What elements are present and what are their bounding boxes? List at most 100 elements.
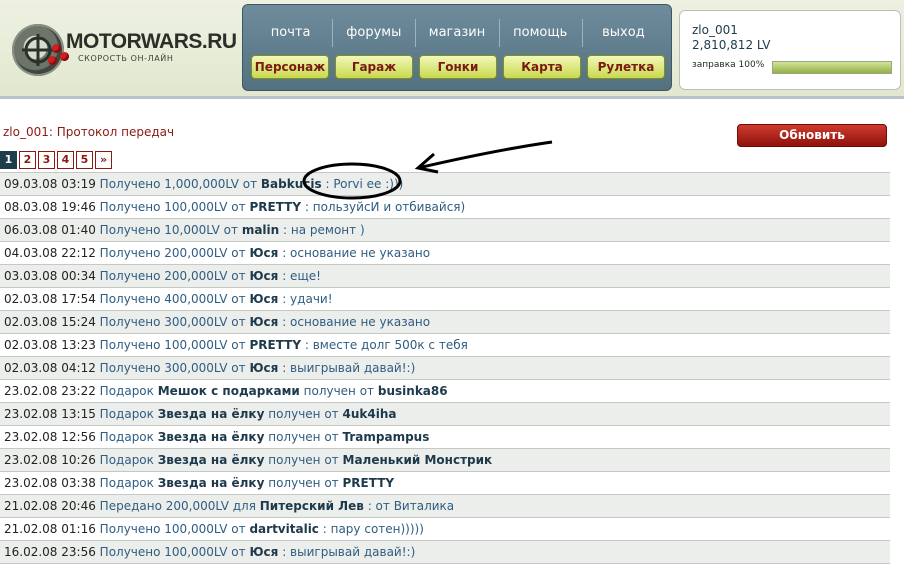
log-date: 23.02.08 10:26 [4, 453, 96, 467]
log-nick-link[interactable]: Звезда на ёлку [158, 476, 265, 490]
garage-button[interactable]: Гараж [335, 55, 413, 79]
log-row: 23.02.08 12:56 Подарок Звезда на ёлку по… [0, 426, 890, 449]
log-nick-link[interactable]: Юся [249, 269, 278, 283]
log-message: : пользуйсИ и отбивайся) [304, 200, 466, 214]
log-row: 02.03.08 04:12 Получено 300,000LV от Юся… [0, 357, 890, 380]
next-page-link[interactable]: » [95, 151, 112, 169]
log-text: Подарок [99, 407, 154, 421]
log-row: 21.02.08 01:16 Получено 100,000LV от dar… [0, 518, 890, 541]
log-text: Подарок [99, 453, 154, 467]
nav-shop[interactable]: магазин [415, 13, 498, 53]
refresh-button[interactable]: Обновить [737, 124, 887, 147]
log-row: 06.03.08 01:40 Получено 10,000LV от mali… [0, 219, 890, 242]
log-date: 02.03.08 13:23 [4, 338, 96, 352]
log-row: 23.02.08 03:38 Подарок Звезда на ёлку по… [0, 472, 890, 495]
roulette-button[interactable]: Рулетка [587, 55, 665, 79]
log-nick-link[interactable]: PRETTY [343, 476, 395, 490]
transfer-log: 09.03.08 03:19 Получено 1,000,000LV от B… [0, 172, 890, 564]
log-date: 21.02.08 01:16 [4, 522, 96, 536]
log-row: 23.02.08 13:15 Подарок Звезда на ёлку по… [0, 403, 890, 426]
log-nick-link[interactable]: Юся [249, 246, 278, 260]
log-text: Подарок [99, 430, 154, 444]
log-date: 02.03.08 04:12 [4, 361, 96, 375]
log-nick-link[interactable]: malin [242, 223, 279, 237]
races-button[interactable]: Гонки [419, 55, 497, 79]
page-title: zlo_001: Протокол передач [3, 125, 175, 139]
log-row: 23.02.08 10:26 Подарок Звезда на ёлку по… [0, 449, 890, 472]
map-button[interactable]: Карта [503, 55, 581, 79]
page-2-link[interactable]: 2 [19, 151, 36, 169]
log-nick-link[interactable]: Юся [249, 315, 278, 329]
nav-help[interactable]: помощь [498, 13, 582, 53]
log-text: Подарок [99, 384, 154, 398]
page-5-link[interactable]: 5 [76, 151, 93, 169]
log-nick-link[interactable]: Питерский Лев [260, 499, 364, 513]
log-nick-link[interactable]: Звезда на ёлку [158, 453, 265, 467]
username[interactable]: zlo_001 [692, 23, 738, 37]
log-row: 02.03.08 13:23 Получено 100,000LV от PRE… [0, 334, 890, 357]
log-text: Передано 200,000LV для [99, 499, 256, 513]
log-nick-link[interactable]: Юся [249, 545, 278, 559]
log-text: Получено 400,000LV от [99, 292, 246, 306]
nav-logout[interactable]: выход [581, 13, 665, 53]
log-text: получен от [268, 453, 339, 467]
page-3-link[interactable]: 3 [38, 151, 55, 169]
log-message: : на ремонт ) [283, 223, 365, 237]
page-1-link[interactable]: 1 [0, 151, 17, 169]
brand-tagline: СКОРОСТЬ ОН-ЛАЙН [78, 54, 174, 63]
log-text: Получено 100,000LV от [99, 200, 246, 214]
fuel-progress-fill [773, 62, 891, 73]
log-date: 21.02.08 20:46 [4, 499, 96, 513]
log-text: получен от [268, 476, 339, 490]
log-message: : основание не указано [282, 246, 431, 260]
log-text: Получено 300,000LV от [99, 361, 246, 375]
log-nick-link[interactable]: Звезда на ёлку [158, 407, 265, 421]
log-text: Получено 300,000LV от [99, 315, 246, 329]
log-date: 23.02.08 23:22 [4, 384, 96, 398]
top-navigation: почта форумы магазин помощь выход [249, 13, 665, 53]
log-text: Получено 1,000,000LV от [99, 177, 258, 191]
log-nick-link[interactable]: Мешок с подарками [158, 384, 300, 398]
log-text: получен от [303, 384, 375, 398]
log-nick-link[interactable]: 4uk4iha [343, 407, 397, 421]
log-text: Получено 10,000LV от [99, 223, 238, 237]
log-nick-link[interactable]: Юся [249, 361, 278, 375]
log-row: 03.03.08 00:34 Получено 200,000LV от Юся… [0, 265, 890, 288]
user-balance: 2,810,812 LV [692, 38, 771, 52]
nav-mail[interactable]: почта [249, 13, 332, 53]
log-message: : еще! [282, 269, 321, 283]
log-text: получен от [268, 430, 339, 444]
site-header: MOTORWARS.RU СКОРОСТЬ ОН-ЛАЙН почта фору… [0, 0, 904, 99]
log-date: 03.03.08 00:34 [4, 269, 96, 283]
log-row: 08.03.08 19:46 Получено 100,000LV от PRE… [0, 196, 890, 219]
site-logo[interactable]: MOTORWARS.RU СКОРОСТЬ ОН-ЛАЙН [8, 16, 238, 76]
log-nick-link[interactable]: dartvitalic [249, 522, 318, 536]
page-4-link[interactable]: 4 [57, 151, 74, 169]
arrow-head-icon [414, 152, 439, 174]
log-message: : от Виталика [367, 499, 455, 513]
log-nick-link[interactable]: Юся [249, 292, 278, 306]
log-date: 09.03.08 03:19 [4, 177, 96, 191]
log-row: 23.02.08 23:22 Подарок Мешок с подарками… [0, 380, 890, 403]
nav-forums[interactable]: форумы [332, 13, 415, 53]
character-button[interactable]: Персонаж [251, 55, 329, 79]
log-date: 04.03.08 22:12 [4, 246, 96, 260]
log-date: 23.02.08 13:15 [4, 407, 96, 421]
log-message: : основание не указано [282, 315, 431, 329]
log-message: : выигрывай давай!:) [282, 545, 416, 559]
log-nick-link[interactable]: businka86 [378, 384, 448, 398]
cherry-icon [48, 56, 57, 65]
log-message: : удачи! [282, 292, 333, 306]
log-row: 21.02.08 20:46 Передано 200,000LV для Пи… [0, 495, 890, 518]
log-nick-link[interactable]: Trampampus [343, 430, 430, 444]
log-message: : выигрывай давай!:) [282, 361, 416, 375]
log-nick-link[interactable]: PRETTY [249, 200, 301, 214]
log-row: 04.03.08 22:12 Получено 200,000LV от Юся… [0, 242, 890, 265]
user-panel: zlo_001 2,810,812 LV заправка 100% [679, 10, 901, 90]
log-nick-link[interactable]: Звезда на ёлку [158, 430, 265, 444]
log-row: 02.03.08 15:24 Получено 300,000LV от Юся… [0, 311, 890, 334]
log-nick-link[interactable]: PRETTY [249, 338, 301, 352]
log-nick-link[interactable]: Babkucis [261, 177, 322, 191]
log-nick-link[interactable]: Маленький Монстрик [343, 453, 493, 467]
log-row: 09.03.08 03:19 Получено 1,000,000LV от B… [0, 173, 890, 196]
